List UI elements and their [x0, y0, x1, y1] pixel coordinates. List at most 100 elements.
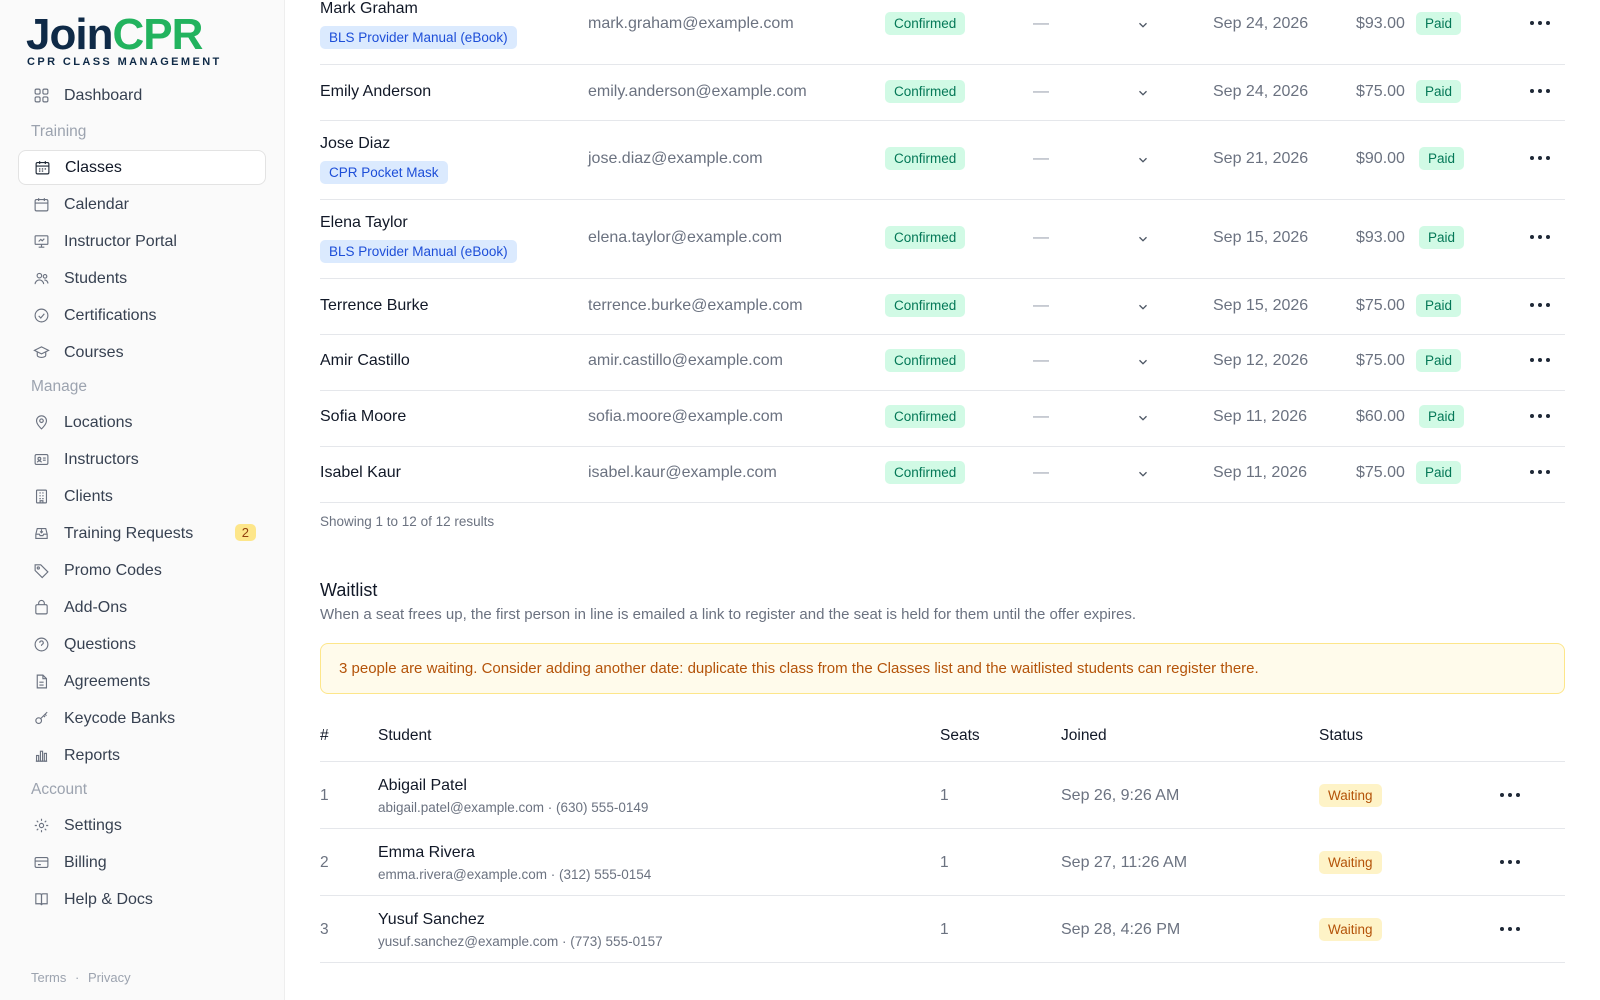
- sidebar-item-calendar[interactable]: Calendar: [18, 187, 266, 222]
- student-name[interactable]: Jose Diaz: [320, 135, 390, 153]
- sidebar-item-classes[interactable]: Classes: [18, 150, 266, 185]
- brand-logo[interactable]: JoinCPR CPR CLASS MANAGEMENT: [26, 10, 222, 68]
- sidebar-item-label: Students: [64, 269, 128, 287]
- student-name[interactable]: Sofia Moore: [320, 408, 406, 426]
- student-name[interactable]: Emily Anderson: [320, 83, 431, 101]
- registration-date: Sep 11, 2026: [1213, 464, 1308, 481]
- waitlist-row[interactable]: 2 Emma Rivera emma.rivera@example.com · (3…: [320, 829, 1565, 896]
- table-row[interactable]: Jose Diaz CPR Pocket Mask jose.diaz@exampl…: [320, 121, 1565, 200]
- status-badge: Confirmed: [885, 461, 966, 484]
- table-row[interactable]: Isabel Kaur isabel.kaur@example.com Confir…: [320, 447, 1565, 503]
- col-number: #: [320, 727, 329, 744]
- student-name[interactable]: Mark Graham: [320, 0, 418, 18]
- waitlist-status-badge: Waiting: [1319, 784, 1382, 807]
- presentation-icon: [32, 233, 50, 251]
- sidebar-item-certifications[interactable]: Certifications: [18, 298, 266, 333]
- sidebar-item-label: Help & Docs: [64, 890, 153, 908]
- waitlist-row[interactable]: 3 Yusuf Sanchez yusuf.sanchez@example.com …: [320, 896, 1565, 963]
- chevron-down-icon[interactable]: [1136, 86, 1150, 100]
- terms-link[interactable]: Terms: [31, 970, 66, 985]
- sidebar-item-dashboard[interactable]: Dashboard: [18, 78, 266, 113]
- status-badge: Confirmed: [885, 349, 966, 372]
- row-actions-menu-icon[interactable]: [1530, 232, 1550, 242]
- waitlist-table-header: # Student Seats Joined Status: [320, 715, 1565, 762]
- sidebar-item-keycode-banks[interactable]: Keycode Banks: [18, 701, 266, 736]
- registration-date: Sep 11, 2026: [1213, 408, 1308, 425]
- sidebar-item-questions[interactable]: Questions: [18, 627, 266, 662]
- chevron-down-icon[interactable]: [1136, 232, 1150, 246]
- waitlist-title: Waitlist: [320, 580, 378, 600]
- sidebar-item-instructor-portal[interactable]: Instructor Portal: [18, 224, 266, 259]
- waitlist-position: 1: [320, 787, 329, 804]
- sidebar-item-label: Instructor Portal: [64, 232, 177, 250]
- payment-badge: Paid: [1419, 147, 1465, 170]
- row-actions-menu-icon[interactable]: [1530, 467, 1550, 477]
- sidebar-item-billing[interactable]: Billing: [18, 845, 266, 880]
- col-student: Student: [378, 727, 432, 744]
- waitlist-joined: Sep 27, 11:26 AM: [1061, 854, 1188, 871]
- sidebar-item-instructors[interactable]: Instructors: [18, 442, 266, 477]
- table-row[interactable]: Elena Taylor BLS Provider Manual (eBook) e…: [320, 200, 1565, 279]
- sidebar-item-settings[interactable]: Settings: [18, 808, 266, 843]
- sidebar-item-students[interactable]: Students: [18, 261, 266, 296]
- empty-value: —: [1033, 408, 1049, 425]
- student-email: terrence.burke@example.com: [588, 297, 803, 314]
- sidebar-item-clients[interactable]: Clients: [18, 479, 266, 514]
- waitlist-student-name: Yusuf Sanchez: [378, 911, 485, 928]
- key-icon: [32, 710, 50, 728]
- registration-date: Sep 15, 2026: [1213, 297, 1309, 314]
- student-name[interactable]: Isabel Kaur: [320, 464, 401, 482]
- table-row[interactable]: Sofia Moore sofia.moore@example.com Confir…: [320, 391, 1565, 447]
- sidebar-item-add-ons[interactable]: Add-Ons: [18, 590, 266, 625]
- sidebar-item-courses[interactable]: Courses: [18, 335, 266, 370]
- student-email: elena.taylor@example.com: [588, 229, 783, 246]
- addon-badge: CPR Pocket Mask: [320, 161, 448, 184]
- chevron-down-icon[interactable]: [1136, 355, 1150, 369]
- waitlist-position: 2: [320, 854, 329, 871]
- sidebar-item-promo-codes[interactable]: Promo Codes: [18, 553, 266, 588]
- waitlist-row[interactable]: 1 Abigail Patel abigail.patel@example.com …: [320, 762, 1565, 829]
- waitlist-actions-menu-icon[interactable]: [1500, 857, 1520, 867]
- amount: $75.00: [1356, 297, 1405, 314]
- logo-join: Join: [26, 10, 113, 59]
- row-actions-menu-icon[interactable]: [1530, 300, 1550, 310]
- row-actions-menu-icon[interactable]: [1530, 153, 1550, 163]
- chevron-down-icon[interactable]: [1136, 18, 1150, 32]
- question-circle-icon: [32, 636, 50, 654]
- graduation-cap-icon: [32, 344, 50, 362]
- amount: $60.00: [1356, 408, 1405, 425]
- building-icon: [32, 488, 50, 506]
- payment-badge: Paid: [1419, 226, 1465, 249]
- chevron-down-icon[interactable]: [1136, 467, 1150, 481]
- logo-tagline: CPR CLASS MANAGEMENT: [27, 56, 222, 68]
- chevron-down-icon[interactable]: [1136, 300, 1150, 314]
- sidebar-item-locations[interactable]: Locations: [18, 405, 266, 440]
- row-actions-menu-icon[interactable]: [1530, 18, 1550, 28]
- table-row[interactable]: Amir Castillo amir.castillo@example.com Co…: [320, 335, 1565, 391]
- empty-value: —: [1033, 83, 1049, 100]
- row-actions-menu-icon[interactable]: [1530, 355, 1550, 365]
- sidebar-item-help-docs[interactable]: Help & Docs: [18, 882, 266, 917]
- sidebar-item-label: Clients: [64, 487, 113, 505]
- privacy-link[interactable]: Privacy: [88, 970, 131, 985]
- table-row[interactable]: Mark Graham BLS Provider Manual (eBook) ma…: [320, 0, 1565, 65]
- student-name[interactable]: Amir Castillo: [320, 352, 410, 370]
- table-row[interactable]: Emily Anderson emily.anderson@example.com…: [320, 65, 1565, 121]
- row-actions-menu-icon[interactable]: [1530, 86, 1550, 96]
- sidebar-item-label: Calendar: [64, 195, 129, 213]
- chevron-down-icon[interactable]: [1136, 411, 1150, 425]
- sidebar-item-training-requests[interactable]: Training Requests 2: [18, 516, 266, 551]
- waitlist-student-contact: abigail.patel@example.com · (630) 555-01…: [378, 800, 649, 815]
- chevron-down-icon[interactable]: [1136, 153, 1150, 167]
- logo-cpr: CPR: [112, 10, 203, 59]
- row-actions-menu-icon[interactable]: [1530, 411, 1550, 421]
- table-row[interactable]: Terrence Burke terrence.burke@example.com…: [320, 279, 1565, 335]
- sidebar-item-label: Promo Codes: [64, 561, 162, 579]
- waitlist-actions-menu-icon[interactable]: [1500, 924, 1520, 934]
- student-name[interactable]: Terrence Burke: [320, 297, 429, 315]
- waitlist-position: 3: [320, 921, 329, 938]
- sidebar-item-reports[interactable]: Reports: [18, 738, 266, 773]
- student-name[interactable]: Elena Taylor: [320, 214, 408, 232]
- sidebar-item-agreements[interactable]: Agreements: [18, 664, 266, 699]
- waitlist-actions-menu-icon[interactable]: [1500, 790, 1520, 800]
